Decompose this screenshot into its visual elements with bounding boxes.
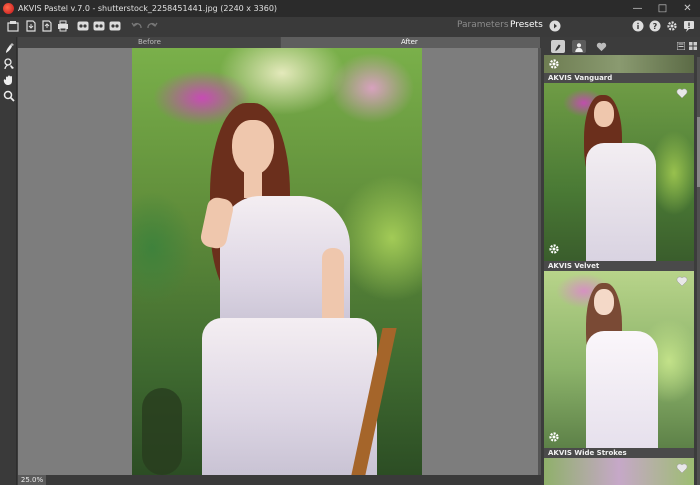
heart-icon[interactable] <box>676 87 688 99</box>
window-controls: — □ ✕ <box>625 0 700 17</box>
preset-label[interactable]: AKVIS Vanguard <box>544 73 694 83</box>
undo-icon[interactable] <box>130 19 144 33</box>
portrait-tool-icon[interactable] <box>2 57 15 70</box>
tool-bar <box>0 37 17 485</box>
save-as-icon[interactable] <box>40 19 54 33</box>
svg-text:?: ? <box>653 22 658 31</box>
gear-icon[interactable] <box>548 431 560 443</box>
main-toolbar: Parameters Presets ? <box>0 17 700 37</box>
tab-parameters[interactable]: Parameters <box>457 20 509 30</box>
help-icon[interactable]: ? <box>648 19 662 33</box>
print-icon[interactable] <box>56 19 70 33</box>
gear-icon[interactable] <box>548 58 560 70</box>
minimize-button[interactable]: — <box>625 0 650 17</box>
info-icon[interactable] <box>631 19 645 33</box>
tab-after[interactable]: After <box>281 37 540 48</box>
tab-after-label: After <box>401 38 418 46</box>
pastel-brush-icon[interactable] <box>2 41 15 54</box>
notifications-icon[interactable] <box>682 19 696 33</box>
preset-label[interactable]: AKVIS Velvet <box>544 261 694 271</box>
share3-icon[interactable] <box>108 19 122 33</box>
tab-before[interactable]: Before <box>18 37 280 48</box>
image-canvas[interactable] <box>18 48 538 475</box>
status-bar: 25.0% <box>18 475 540 485</box>
app-logo-icon <box>3 3 14 14</box>
before-after-tabs: Before After <box>18 37 540 48</box>
presets-panel: AKVIS Vanguard AKVIS Velvet AKVIS Wide S… <box>541 37 700 485</box>
list-view-icon[interactable] <box>677 42 685 50</box>
heart-icon[interactable] <box>676 462 688 474</box>
share-icon[interactable] <box>76 19 90 33</box>
preset-thumbnail[interactable] <box>544 83 694 261</box>
preset-thumbnail[interactable] <box>544 271 694 448</box>
presets-pastel-tab[interactable] <box>551 40 565 53</box>
figure-face <box>232 120 274 175</box>
heart-icon[interactable] <box>676 275 688 287</box>
title-bar: AKVIS Pastel v.7.0 - shutterstock_225845… <box>0 0 700 17</box>
redo-icon[interactable] <box>145 19 159 33</box>
hand-icon[interactable] <box>2 73 15 86</box>
window-title: AKVIS Pastel v.7.0 - shutterstock_225845… <box>18 4 278 13</box>
run-icon[interactable] <box>548 19 562 33</box>
share2-icon[interactable] <box>92 19 106 33</box>
save-icon[interactable] <box>24 19 38 33</box>
presets-favorites-tab[interactable] <box>594 40 608 53</box>
foliage-shadow <box>142 388 182 475</box>
tab-before-label: Before <box>138 38 161 46</box>
open-icon[interactable] <box>6 19 20 33</box>
settings-icon[interactable] <box>665 19 679 33</box>
presets-portrait-tab[interactable] <box>572 40 586 53</box>
preset-label[interactable]: AKVIS Wide Strokes <box>544 448 694 458</box>
figure-neck <box>244 170 262 198</box>
result-image <box>132 48 422 475</box>
preset-thumbnail[interactable] <box>544 458 694 485</box>
zoom-level[interactable]: 25.0% <box>18 475 46 485</box>
figure-skirt <box>202 318 377 475</box>
gear-icon[interactable] <box>548 243 560 255</box>
tab-presets[interactable]: Presets <box>510 20 543 30</box>
zoom-icon[interactable] <box>2 89 15 102</box>
close-button[interactable]: ✕ <box>675 0 700 17</box>
grid-view-icon[interactable] <box>689 42 697 50</box>
maximize-button[interactable]: □ <box>650 0 675 17</box>
preset-thumbnail[interactable] <box>544 55 694 73</box>
